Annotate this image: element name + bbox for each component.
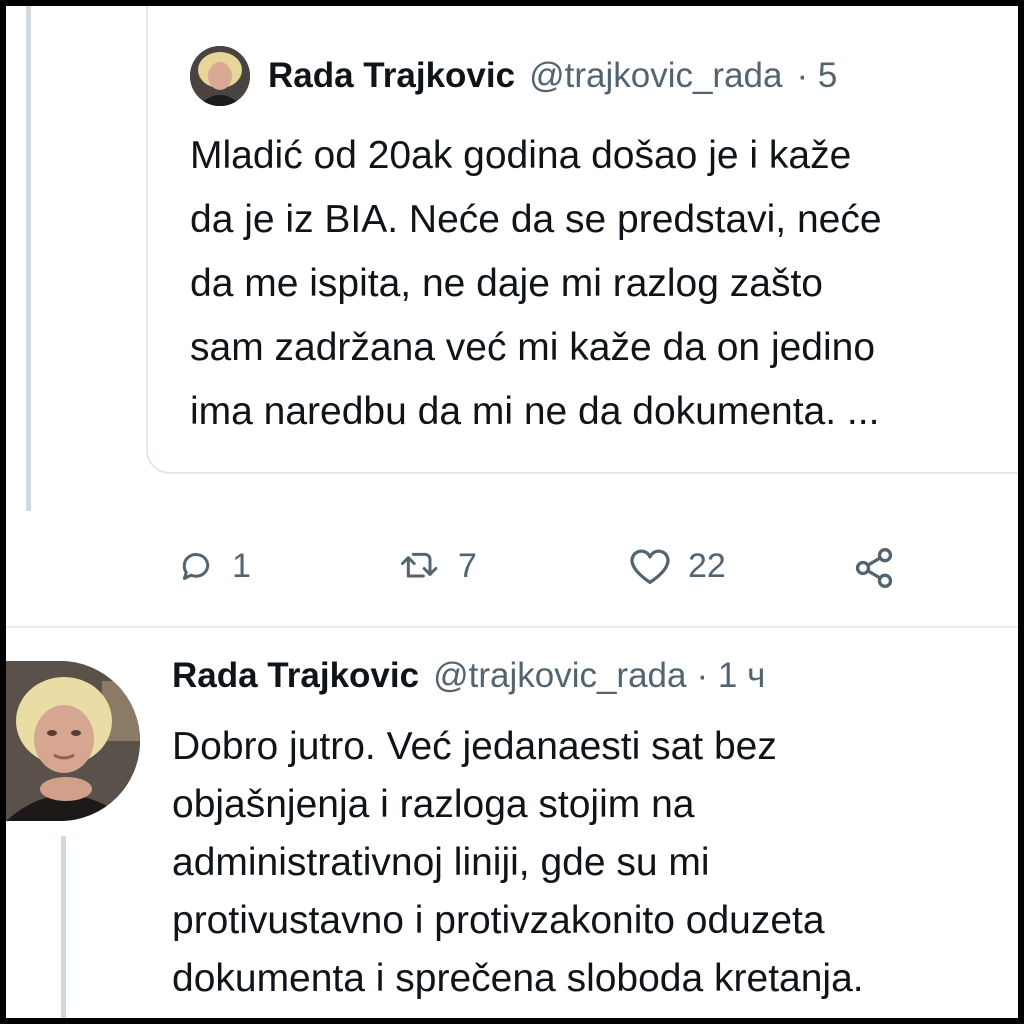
author-handle[interactable]: @trajkovic_rada [529, 56, 782, 96]
reply-tweet-header: Rada Trajkovic @trajkovic_rada · 1 ч [172, 656, 765, 696]
retweet-count: 7 [458, 546, 477, 585]
tweet-actions: 1 7 22 [6, 516, 1018, 626]
author-name[interactable]: Rada Trajkovic [268, 56, 515, 96]
retweet-icon [401, 552, 438, 578]
reply-count: 1 [232, 546, 251, 585]
tweet-time[interactable]: · 1 ч [697, 656, 766, 696]
quoted-tweet-header: Rada Trajkovic @trajkovic_rada · 5 [190, 44, 837, 108]
like-button[interactable]: 22 [628, 546, 726, 586]
reply-tweet-text: Dobro jutro. Već jedanaesti sat bez obja… [172, 725, 864, 1000]
avatar[interactable] [6, 661, 140, 821]
retweet-button[interactable]: 7 [398, 546, 477, 586]
share-button[interactable] [852, 546, 896, 590]
quoted-tweet-card[interactable]: Rada Trajkovic @trajkovic_rada · 5 Mladi… [146, 6, 1018, 474]
reply-icon [182, 553, 210, 580]
avatar-image [6, 661, 140, 821]
like-icon [630, 549, 670, 584]
author-handle[interactable]: @trajkovic_rada [433, 656, 686, 696]
thread-line [26, 6, 31, 511]
quoted-tweet-text: Mladić od 20ak godina došao je i kaže da… [190, 134, 882, 433]
reply-button[interactable]: 1 [176, 546, 251, 586]
avatar-image [190, 46, 250, 106]
like-count: 22 [688, 546, 726, 585]
tweet-thread-screenshot: Rada Trajkovic @trajkovic_rada · 5 Mladi… [6, 6, 1018, 1018]
thread-line [61, 836, 66, 1018]
share-icon [855, 548, 893, 588]
tweet-time[interactable]: · 5 [797, 56, 838, 96]
author-name[interactable]: Rada Trajkovic [172, 656, 419, 696]
divider [6, 626, 1018, 628]
avatar[interactable] [190, 46, 250, 106]
